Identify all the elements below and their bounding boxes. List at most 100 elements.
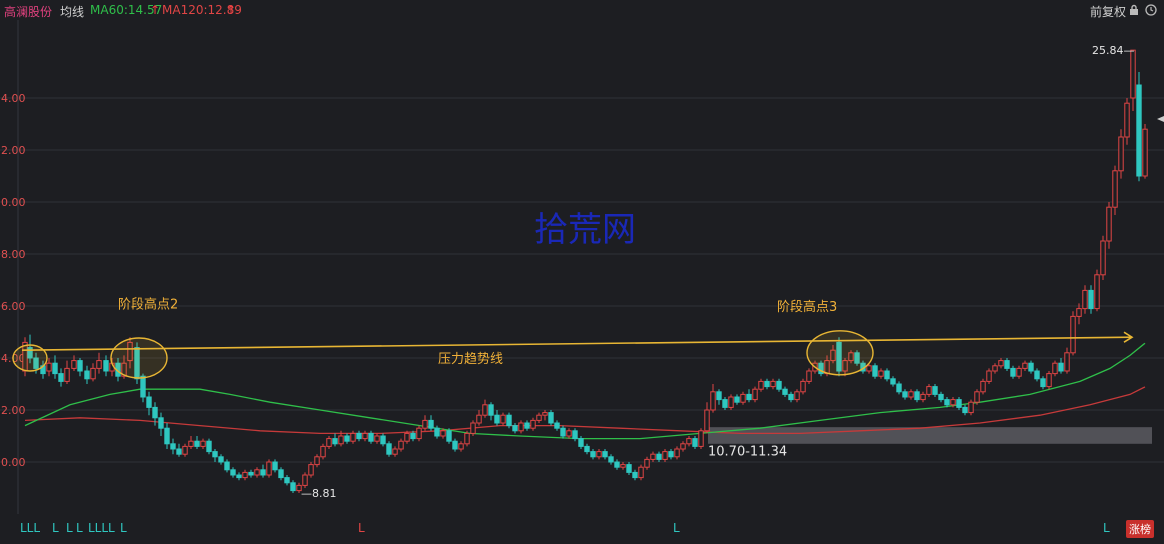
candle-up	[266, 461, 272, 476]
candle-down	[212, 451, 218, 458]
candle-down	[626, 464, 632, 473]
candle-up	[926, 386, 932, 395]
candle-up	[500, 414, 506, 424]
candle-up	[758, 380, 764, 390]
candle-down	[84, 370, 90, 380]
candle-down	[656, 453, 662, 460]
candle-up	[440, 430, 446, 437]
candle-up	[458, 443, 464, 450]
candle-down	[506, 414, 512, 427]
candle-up	[518, 422, 524, 432]
candle-down	[722, 399, 728, 408]
candle-up	[1070, 315, 1076, 354]
watermark: 拾荒网	[534, 210, 636, 250]
candle-down	[782, 388, 788, 395]
candle-up	[1130, 49, 1136, 99]
min-price-label: —8.81	[301, 487, 337, 500]
y-tick-label: 4.00	[1, 92, 26, 105]
candle-up	[362, 432, 368, 440]
candle-down	[410, 432, 416, 440]
candle-down	[290, 482, 296, 492]
candle-up	[974, 391, 980, 403]
candle-down	[284, 477, 290, 484]
candle-up	[704, 409, 710, 432]
candle-up	[64, 367, 70, 382]
candle-up	[620, 464, 626, 468]
candle-down	[428, 419, 434, 429]
candle-down	[236, 474, 242, 479]
candle-down	[548, 412, 554, 424]
candle-down	[344, 435, 350, 442]
l-marker: LLL	[20, 521, 40, 535]
support-zone	[708, 427, 1152, 444]
candle-up	[338, 435, 344, 445]
candle-down	[434, 427, 440, 437]
candle-down	[368, 432, 374, 442]
candle-down	[890, 378, 896, 385]
candle-down	[1004, 360, 1010, 369]
zhangbang-badge-label: 涨榜	[1129, 522, 1151, 536]
candle-up	[710, 391, 716, 411]
candle-down	[902, 391, 908, 398]
candle-up	[1076, 308, 1082, 317]
highlight-circle	[806, 330, 874, 376]
candle-up	[1082, 289, 1088, 310]
l-marker: L	[66, 521, 73, 535]
candle-up	[908, 391, 914, 398]
y-tick-label: 8.00	[1, 248, 26, 261]
candle-down	[194, 440, 200, 447]
candle-down	[152, 406, 158, 419]
candle-down	[896, 383, 902, 393]
candle-up	[542, 412, 548, 416]
candle-up	[878, 370, 884, 377]
candle-down	[452, 440, 458, 450]
candle-up	[992, 365, 998, 372]
candle-down	[230, 469, 236, 476]
candle-down	[1136, 84, 1142, 177]
candle-down	[578, 438, 584, 447]
candlestick-chart[interactable]: 0.002.004.006.008.000.002.004.00阶段高点2压力趋…	[0, 0, 1164, 544]
candle-up	[674, 448, 680, 458]
annotation-label: 阶段高点3	[777, 299, 837, 315]
candle-down	[52, 362, 58, 375]
candle-down	[446, 430, 452, 442]
candle-up	[1052, 362, 1058, 375]
candle-up	[182, 445, 188, 455]
candle-up	[314, 456, 320, 466]
candle-up	[398, 440, 404, 450]
candle-up	[242, 471, 248, 479]
candle-down	[1028, 362, 1034, 372]
candle-up	[980, 380, 986, 393]
candle-down	[668, 451, 674, 458]
candle-down	[1088, 289, 1094, 310]
candle-up	[90, 367, 96, 380]
candle-down	[146, 396, 152, 408]
candle-up	[1016, 367, 1022, 377]
highlight-circle	[110, 337, 168, 379]
candle-up	[350, 432, 356, 442]
candle-up	[866, 365, 872, 372]
highlight-circle	[12, 344, 48, 372]
candle-up	[638, 466, 644, 479]
candle-down	[512, 425, 518, 432]
y-tick-label: 0.00	[1, 456, 26, 469]
candle-up	[302, 474, 308, 486]
candle-down	[1034, 370, 1040, 380]
candle-down	[590, 451, 596, 458]
candle-down	[278, 469, 284, 479]
candle-down	[914, 391, 920, 401]
candle-down	[1040, 378, 1046, 388]
candle-down	[248, 471, 254, 476]
candle-up	[200, 440, 206, 447]
candle-up	[1142, 128, 1148, 177]
candle-up	[476, 414, 482, 424]
candle-down	[692, 438, 698, 447]
candle-down	[962, 406, 968, 414]
candle-down	[380, 435, 386, 445]
y-tick-label: 0.00	[1, 196, 26, 209]
candle-up	[998, 360, 1004, 367]
candle-down	[356, 432, 362, 440]
candle-up	[566, 430, 572, 437]
candle-up	[950, 399, 956, 406]
candle-down	[1058, 362, 1064, 372]
